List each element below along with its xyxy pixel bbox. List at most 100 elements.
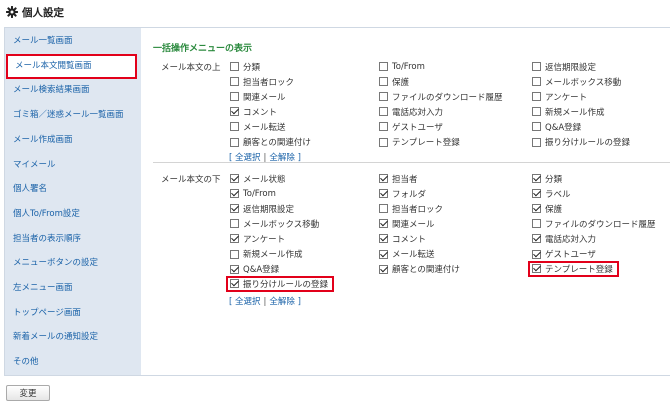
checkbox-unchecked[interactable] [379, 107, 388, 117]
sidebar-item[interactable]: 個人署名 [5, 178, 141, 200]
checkbox-unchecked[interactable] [532, 77, 541, 87]
checkbox-checked[interactable] [532, 204, 541, 214]
checkbox-checked[interactable] [532, 264, 541, 274]
checkbox-unchecked[interactable] [379, 62, 388, 71]
checkbox-checked[interactable] [379, 219, 388, 229]
checkbox-option[interactable]: 電話応対入力 [532, 232, 596, 245]
change-button[interactable]: 変更 [6, 385, 50, 401]
sidebar-item[interactable]: メニューボタンの設定 [5, 252, 141, 274]
checkbox-option[interactable]: メールボックス移動 [230, 217, 319, 230]
sidebar-item[interactable]: 個人To/From設定 [5, 203, 141, 225]
checkbox-option[interactable]: To/From [230, 187, 276, 200]
checkbox-unchecked[interactable] [532, 62, 541, 71]
checkbox-option[interactable]: ファイルのダウンロード履歴 [532, 217, 656, 230]
sidebar-item[interactable]: 担当者の表示順序 [5, 228, 141, 250]
checkbox-checked[interactable] [230, 189, 239, 199]
select-all-link[interactable]: 全選択 [235, 297, 261, 307]
sidebar-item[interactable]: メール検索結果画面 [5, 79, 141, 101]
checkbox-label: メールボックス移動 [545, 77, 622, 88]
checkbox-option[interactable]: ゲストユーザ [379, 120, 443, 133]
checkbox-checked[interactable] [230, 264, 239, 274]
checkbox-option[interactable]: 分類 [230, 60, 260, 73]
checkbox-checked[interactable] [230, 279, 239, 289]
checkbox-checked[interactable] [532, 249, 541, 259]
sidebar-item[interactable]: メール作成画面 [5, 129, 141, 151]
checkbox-unchecked[interactable] [230, 137, 239, 147]
sidebar-item[interactable]: メール本文閲覧画面 [6, 53, 137, 79]
deselect-all-link[interactable]: 全解除 [269, 297, 295, 307]
checkbox-option[interactable]: 振り分けルールの登録 [226, 275, 335, 292]
checkbox-option[interactable]: 関連メール [230, 90, 286, 103]
checkbox-option[interactable]: 分類 [532, 172, 562, 185]
checkbox-option[interactable]: フォルダ [379, 187, 426, 200]
checkbox-unchecked[interactable] [379, 137, 388, 147]
checkbox-option[interactable]: メール転送 [230, 120, 286, 133]
checkbox-option[interactable]: 保護 [532, 202, 562, 215]
checkbox-unchecked[interactable] [379, 92, 388, 102]
checkbox-checked[interactable] [379, 174, 388, 183]
checkbox-option[interactable]: Q&A登録 [532, 120, 581, 133]
checkbox-checked[interactable] [230, 174, 239, 183]
checkbox-option[interactable]: コメント [230, 105, 277, 118]
checkbox-unchecked[interactable] [230, 249, 239, 259]
checkbox-option[interactable]: 電話応対入力 [379, 105, 443, 118]
sidebar: メール一覧画面 メール本文閲覧画面 メール検索結果画面 ゴミ箱／迷惑メール一覧画面 メー… [5, 28, 141, 375]
checkbox-option[interactable]: 担当者ロック [379, 202, 443, 215]
checkbox-option[interactable]: 顧客との関連付け [379, 263, 460, 276]
checkbox-option[interactable]: 新規メール作成 [532, 105, 605, 118]
checkbox-label: メール転送 [392, 250, 435, 260]
checkbox-option[interactable]: メールボックス移動 [532, 75, 621, 88]
checkbox-checked[interactable] [532, 234, 541, 244]
checkbox-option[interactable]: ファイルのダウンロード履歴 [379, 90, 503, 103]
checkbox-checked[interactable] [230, 234, 239, 244]
checkbox-checked[interactable] [379, 189, 388, 199]
checkbox-option[interactable]: 担当者ロック [230, 75, 294, 88]
checkbox-option[interactable]: 担当者 [379, 172, 418, 185]
checkbox-option[interactable]: メール転送 [379, 248, 435, 261]
checkbox-unchecked[interactable] [532, 137, 541, 147]
checkbox-unchecked[interactable] [230, 62, 239, 71]
checkbox-unchecked[interactable] [230, 77, 239, 87]
checkbox-option[interactable]: メール状態 [230, 172, 286, 185]
checkbox-option[interactable]: 関連メール [379, 217, 435, 230]
checkbox-option[interactable]: コメント [379, 232, 426, 245]
checkbox-unchecked[interactable] [230, 219, 239, 229]
checkbox-checked[interactable] [379, 234, 388, 244]
sidebar-item[interactable]: 左メニュー画面 [5, 277, 141, 299]
sidebar-item[interactable]: マイメール [5, 154, 141, 176]
sidebar-item[interactable]: 新着メールの通知設定 [5, 326, 141, 348]
checkbox-option[interactable]: 新規メール作成 [230, 248, 303, 261]
checkbox-unchecked[interactable] [379, 77, 388, 87]
checkbox-unchecked[interactable] [532, 219, 541, 229]
checkbox-checked[interactable] [532, 174, 541, 183]
checkbox-unchecked[interactable] [532, 92, 541, 102]
checkbox-unchecked[interactable] [532, 122, 541, 132]
sidebar-item[interactable]: メール一覧画面 [5, 30, 141, 52]
checkbox-unchecked[interactable] [230, 122, 239, 132]
checkbox-option[interactable]: 返信期限設定 [532, 60, 596, 73]
checkbox-option[interactable]: テンプレート登録 [379, 136, 460, 149]
checkbox-checked[interactable] [230, 204, 239, 214]
sidebar-item[interactable]: トップページ画面 [5, 302, 141, 324]
checkbox-checked[interactable] [532, 189, 541, 199]
checkbox-unchecked[interactable] [532, 107, 541, 117]
checkbox-option[interactable]: ラベル [532, 187, 571, 200]
sidebar-item[interactable]: その他 [5, 351, 141, 373]
checkbox-option[interactable]: アンケート [230, 232, 285, 245]
checkbox-option[interactable]: ゲストユーザ [532, 248, 596, 261]
checkbox-unchecked[interactable] [230, 92, 239, 102]
sidebar-item[interactable]: ゴミ箱／迷惑メール一覧画面 [5, 104, 141, 126]
checkbox-option[interactable]: 顧客との関連付け [230, 136, 311, 149]
checkbox-option[interactable]: アンケート [532, 90, 587, 103]
checkbox-checked[interactable] [230, 107, 239, 117]
checkbox-option[interactable]: To/From [379, 60, 425, 73]
checkbox-option[interactable]: テンプレート登録 [528, 260, 619, 277]
checkbox-option[interactable]: 返信期限設定 [230, 202, 294, 215]
checkbox-checked[interactable] [379, 264, 388, 274]
checkbox-option[interactable]: 振り分けルールの登録 [532, 136, 630, 149]
checkbox-option[interactable]: Q&A登録 [230, 263, 279, 276]
checkbox-option[interactable]: 保護 [379, 75, 409, 88]
checkbox-checked[interactable] [379, 249, 388, 259]
checkbox-unchecked[interactable] [379, 204, 388, 214]
checkbox-unchecked[interactable] [379, 122, 388, 132]
